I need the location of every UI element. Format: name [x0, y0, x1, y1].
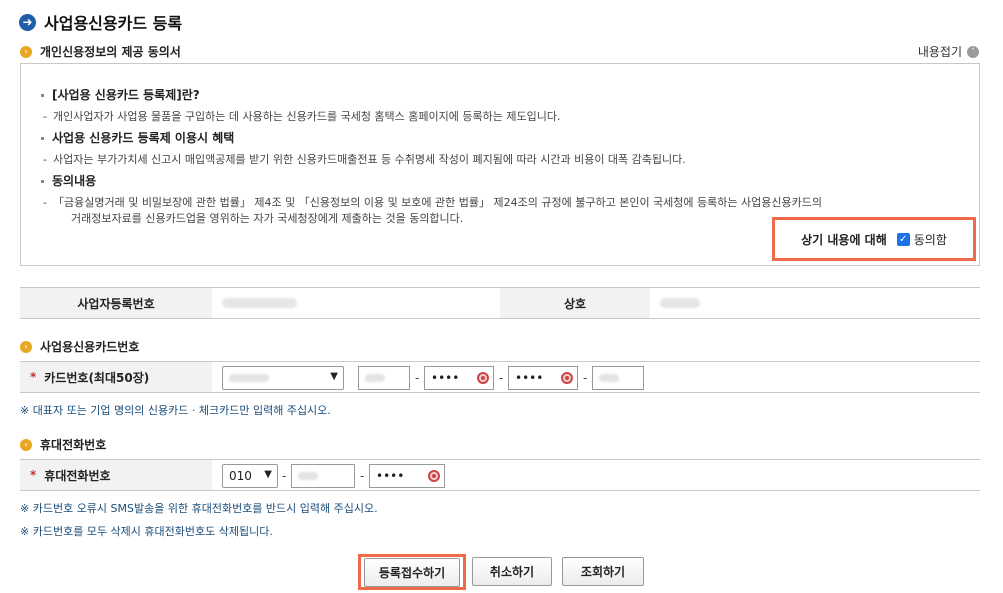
chevron-right-circle-icon: › — [20, 438, 32, 451]
collapse-label[interactable]: 내용접기 — [918, 43, 962, 60]
eye-toggle-icon[interactable] — [428, 470, 440, 482]
arrow-right-circle-icon: ➜ — [19, 13, 36, 31]
chevron-down-icon: ▼ — [264, 469, 272, 480]
card-number-part-2[interactable]: •••• — [424, 366, 494, 390]
card-section-title: 사업용신용카드번호 — [40, 340, 140, 354]
action-buttons: 등록접수하기 취소하기 조회하기 — [358, 554, 644, 590]
agree-checkbox-label[interactable]: 동의함 — [914, 231, 947, 248]
agree-checkbox[interactable]: ✓ — [896, 232, 910, 246]
card-note: ※ 대표자 또는 기업 명의의 신용카드 · 체크카드만 입력해 주십시오. — [20, 404, 331, 417]
reg-no-header: 사업자등록번호 — [20, 288, 212, 318]
card-company-select[interactable]: ▼ — [222, 366, 344, 390]
consent-item-title: 사업용 신용카드 등록제 이용시 혜택 — [41, 129, 234, 146]
business-info-row: 사업자등록번호 상호 — [20, 287, 980, 319]
consent-section-title: 개인신용정보의 제공 동의서 — [40, 45, 181, 59]
business-name-header: 상호 — [500, 288, 650, 318]
phone-prefix-select[interactable]: 010 ▼ — [222, 464, 278, 488]
cancel-button[interactable]: 취소하기 — [472, 557, 552, 586]
eye-toggle-icon[interactable] — [561, 372, 573, 384]
reg-no-value — [212, 288, 500, 318]
submit-button[interactable]: 등록접수하기 — [364, 557, 460, 587]
phone-section-title: 휴대전화번호 — [40, 438, 107, 452]
page-title-text: 사업용신용카드 등록 — [44, 14, 183, 33]
agree-area: 상기 내용에 대해 ✓ 동의함 — [772, 217, 976, 261]
consent-item-desc-cont: 거래정보자료를 신용카드업을 영위하는 자가 국세청장에게 제출하는 것을 동의… — [71, 212, 464, 225]
consent-item-desc: - 개인사업자가 사업용 물품을 구입하는 데 사용하는 신용카드를 국세청 홈택… — [43, 110, 561, 123]
card-number-label: * 카드번호(최대50장) — [20, 362, 212, 392]
eye-toggle-icon[interactable] — [477, 372, 489, 384]
consent-item-desc: - 사업자는 부가가치세 신고시 매입액공제를 받기 위한 신용카드매출전표 등 … — [43, 153, 686, 166]
card-section-header: › 사업용신용카드번호 — [20, 338, 139, 355]
inquiry-button[interactable]: 조회하기 — [562, 557, 644, 586]
phone-number-label: * 휴대전화번호 — [20, 460, 212, 490]
phone-last-input[interactable]: •••• — [369, 464, 445, 488]
card-number-row: * 카드번호(최대50장) ▼ - •••• - •••• - — [20, 361, 980, 393]
phone-number-fields: 010 ▼ - - •••• — [212, 460, 980, 490]
phone-note-2: ※ 카드번호를 모두 삭제시 휴대전화번호도 삭제됩니다. — [20, 525, 273, 538]
business-name-value — [650, 288, 980, 318]
chevron-up-circle-icon[interactable]: ˄ — [967, 45, 979, 58]
consent-item-desc: - 「금융실명거래 및 비밀보장에 관한 법률」 제4조 및 「신용정보의 이용 … — [43, 196, 822, 209]
agree-label: 상기 내용에 대해 — [801, 232, 887, 247]
card-number-part-3[interactable]: •••• — [508, 366, 578, 390]
consent-section-header: › 개인신용정보의 제공 동의서 — [20, 43, 181, 60]
consent-item-title: 동의내용 — [41, 172, 96, 189]
collapse-toggle[interactable]: 내용접기 ˄ — [918, 43, 979, 60]
page-title: ➜ 사업용신용카드 등록 — [19, 10, 182, 34]
card-number-fields: ▼ - •••• - •••• - — [212, 362, 980, 392]
chevron-right-circle-icon: › — [20, 45, 32, 58]
phone-number-row: * 휴대전화번호 010 ▼ - - •••• — [20, 459, 980, 491]
consent-item-title: [사업용 신용카드 등록제]란? — [41, 86, 200, 103]
phone-section-header: › 휴대전화번호 — [20, 436, 106, 453]
card-number-part-4[interactable] — [592, 366, 644, 390]
chevron-down-icon: ▼ — [330, 371, 338, 382]
submit-highlight: 등록접수하기 — [358, 554, 466, 590]
phone-middle-input[interactable] — [291, 464, 355, 488]
chevron-right-circle-icon: › — [20, 340, 32, 353]
card-number-part-1[interactable] — [358, 366, 410, 390]
phone-note-1: ※ 카드번호 오류시 SMS발송을 위한 휴대전화번호를 반드시 입력해 주십시… — [20, 502, 378, 515]
